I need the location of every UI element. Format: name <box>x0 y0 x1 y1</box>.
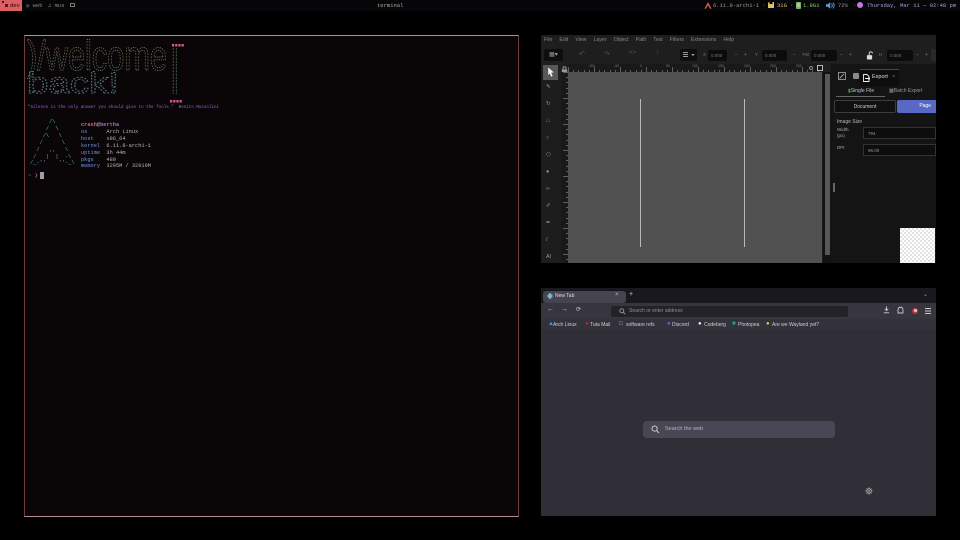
svg-text:back!: back! <box>27 67 119 100</box>
